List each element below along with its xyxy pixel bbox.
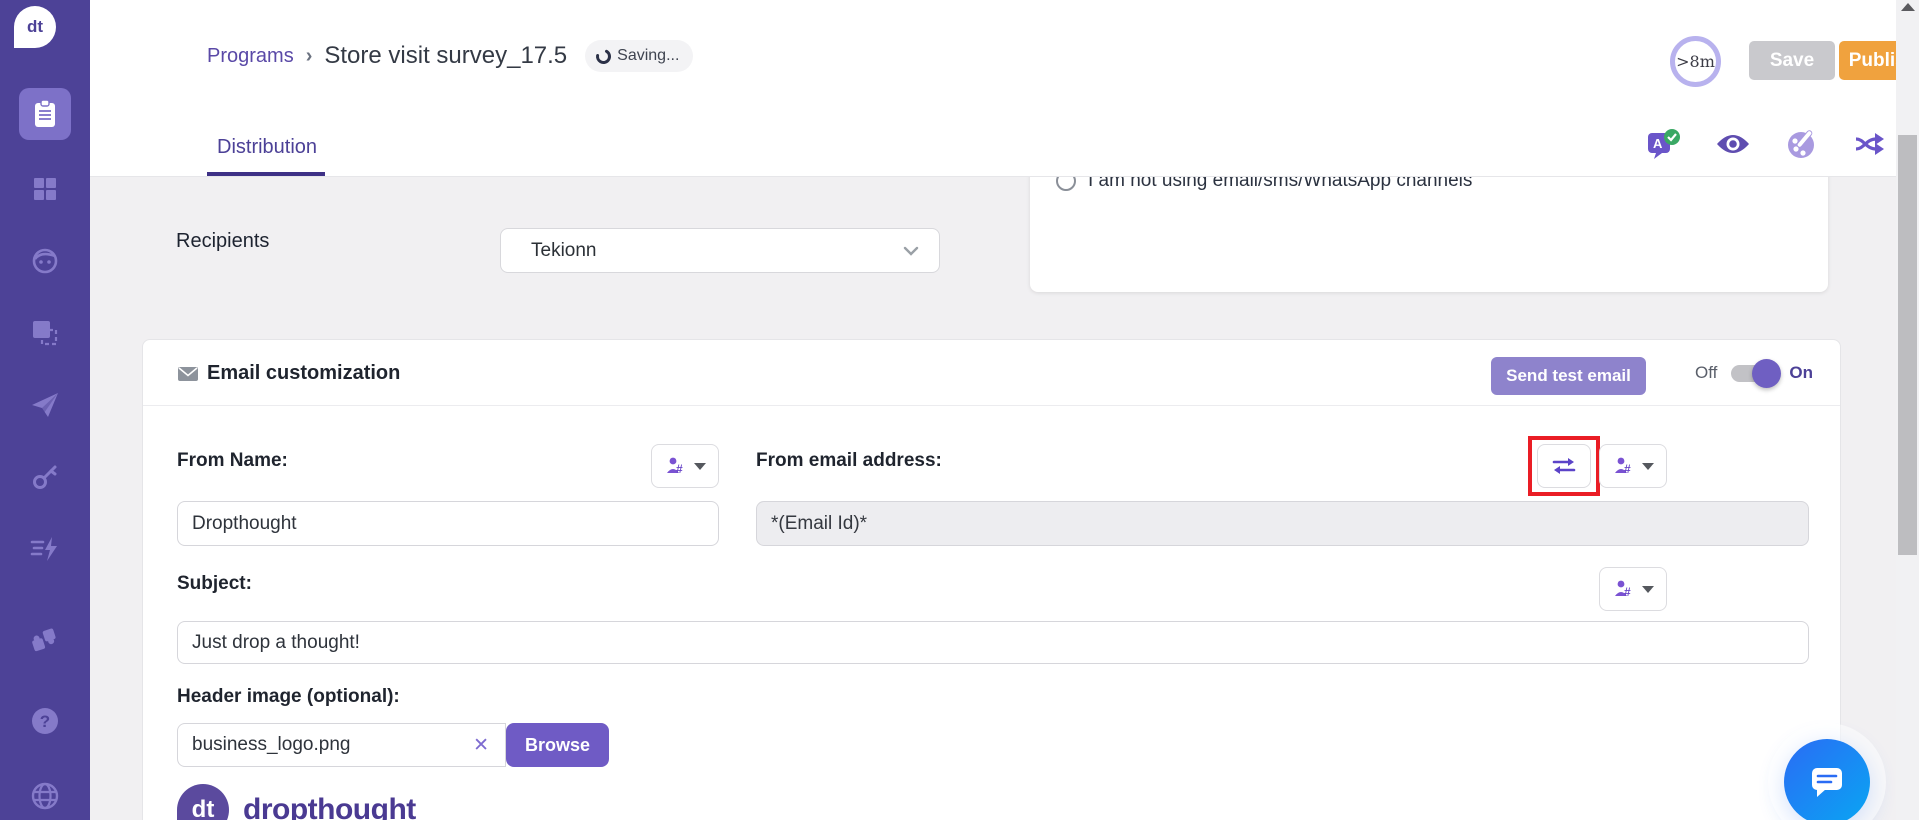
save-button[interactable]: Save [1749,41,1835,80]
sidebar-item-distribute[interactable] [19,379,71,431]
sidebar-item-dashboard[interactable] [19,163,71,215]
sidebar: dt ? [0,0,90,820]
email-customization-title: Email customization [207,362,401,384]
dropthought-logo-mark: dt [177,784,229,820]
svg-text:A: A [1653,136,1663,151]
vertical-scrollbar[interactable] [1896,0,1919,820]
contacts-face-icon [32,248,58,274]
dropthought-wordmark: dropthought [243,793,416,820]
sidebar-item-access[interactable] [19,451,71,503]
dt-logo[interactable]: dt [14,6,56,48]
page-header: Programs › Store visit survey_17.5 Savin… [90,0,1919,177]
tab-distribution[interactable]: Distribution [217,136,317,159]
activity-bolt-icon [30,537,57,561]
sidebar-item-activity[interactable] [19,523,71,575]
chevron-down-icon [1641,585,1654,593]
svg-text:?: ? [40,712,50,731]
envelope-icon [178,366,198,381]
scrollbar-up-arrow[interactable] [1901,3,1915,11]
toggle-off-label: Off [1695,363,1718,382]
breadcrumb: Programs › Store visit survey_17.5 Savin… [207,40,694,72]
recipients-label: Recipients [176,230,270,252]
swap-email-button[interactable] [1537,444,1591,488]
svg-text:#: # [1624,585,1631,599]
svg-text:#: # [676,462,683,476]
clear-file-icon[interactable]: ✕ [469,734,493,757]
dashboard-grid-icon [34,178,56,200]
subject-input[interactable] [177,621,1809,664]
sidebar-item-surveys[interactable] [19,88,71,140]
email-customization-card: Email customization Send test email Off … [142,339,1841,820]
from-name-input[interactable] [177,501,719,546]
person-hash-icon: # [666,457,683,476]
breadcrumb-separator: › [305,44,313,67]
person-hash-icon: # [1614,580,1631,599]
recipients-dropdown[interactable]: Tekionn [500,228,940,273]
templates-copy-icon [33,321,58,346]
email-channel-toggle[interactable] [1731,358,1782,388]
chevron-down-icon [1641,462,1654,470]
swap-arrows-icon [1552,458,1576,474]
header-divider [90,176,1896,177]
session-timer-badge: >8m [1670,36,1721,87]
chevron-down-icon [693,462,706,470]
language-globe-icon [31,782,59,810]
send-test-email-button[interactable]: Send test email [1491,357,1646,395]
app-window: Recipients Tekionn I am not using email/… [0,0,1919,820]
from-email-variable-picker[interactable]: # [1599,444,1667,488]
saving-text: Saving... [617,47,680,64]
share-icon[interactable] [1853,126,1889,162]
subject-variable-picker[interactable]: # [1599,567,1667,611]
survey-toolbar: A [1646,126,1919,162]
from-email-input[interactable] [756,501,1809,546]
toggle-knob[interactable] [1752,358,1782,388]
sidebar-item-help[interactable]: ? [19,695,71,747]
sidebar-item-templates[interactable] [19,307,71,359]
from-name-label: From Name: [177,450,288,471]
integrations-puzzle-icon [32,628,56,652]
subject-label: Subject: [177,573,252,594]
recipients-selected-value: Tekionn [531,239,597,261]
surveys-clipboard-icon [35,99,55,127]
sidebar-item-contacts[interactable] [19,235,71,287]
sidebar-item-language[interactable] [19,770,71,820]
header-image-preview: dt dropthought [177,784,416,820]
saving-badge: Saving... [585,40,694,72]
chat-bubble-icon [1812,768,1842,797]
browse-button[interactable]: Browse [506,723,609,767]
svg-text:#: # [1624,462,1631,476]
access-key-icon [33,465,57,489]
chevron-down-icon [903,246,919,256]
from-name-variable-picker[interactable]: # [651,444,719,488]
distribute-plane-icon [32,393,58,417]
scrollbar-thumb[interactable] [1898,135,1917,555]
person-hash-icon: # [1614,457,1631,476]
section-divider [143,405,1840,406]
survey-title: Store visit survey_17.5 [324,42,568,69]
help-icon: ? [32,708,58,734]
sidebar-item-integrations[interactable] [19,614,71,666]
chat-widget-button[interactable] [1784,739,1870,820]
breadcrumb-programs-link[interactable]: Programs [207,45,294,68]
translate-check-icon[interactable]: A [1646,126,1682,162]
spinner-icon [596,48,612,64]
theme-palette-icon[interactable] [1784,126,1820,162]
from-email-label: From email address: [756,450,942,471]
toggle-on-label: On [1789,363,1813,382]
header-image-filename-box: business_logo.png ✕ [177,723,506,767]
header-image-filename: business_logo.png [192,734,351,755]
preview-eye-icon[interactable] [1715,126,1751,162]
header-image-label: Header image (optional): [177,686,400,707]
